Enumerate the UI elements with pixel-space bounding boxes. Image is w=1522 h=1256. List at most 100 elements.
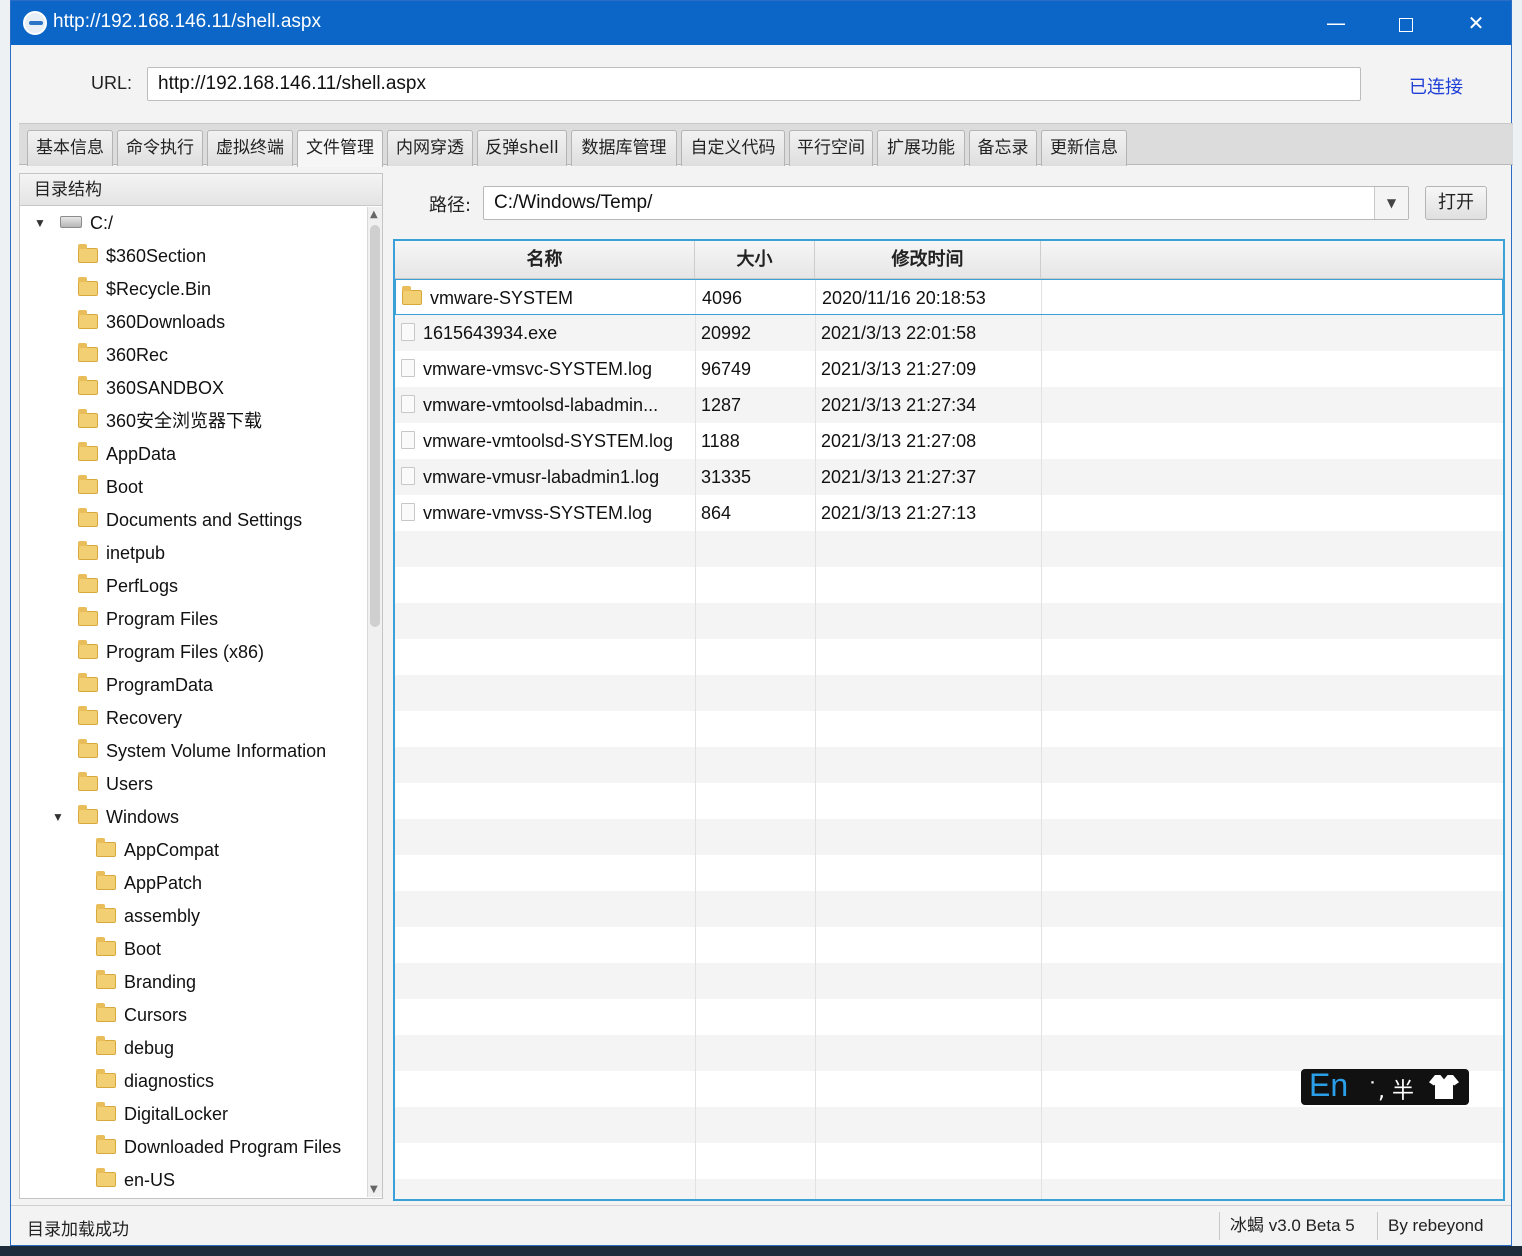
tree-item-label: 360SANDBOX — [106, 378, 225, 398]
file-table-body: vmware-SYSTEM 4096 2020/11/16 20:18:53 1615… — [395, 279, 1503, 1199]
path-input[interactable]: C:/Windows/Temp/ — [494, 192, 652, 214]
ime-indicator[interactable]: En ˙, 半 — [1301, 1067, 1469, 1105]
table-row[interactable]: vmware-vmusr-labadmin1.log 31335 2021/3/13… — [395, 459, 1503, 495]
tab-1[interactable]: 基本信息 — [27, 130, 113, 166]
file-size: 96749 — [701, 359, 752, 379]
tree-item[interactable]: $Recycle.Bin — [78, 273, 211, 306]
tree-item[interactable]: 360SANDBOX — [78, 372, 224, 405]
table-row[interactable]: vmware-vmvss-SYSTEM.log 864 2021/3/13 21:2… — [395, 495, 1503, 531]
tree-item[interactable]: ProgramData — [78, 669, 213, 702]
tab-4[interactable]: 文件管理 — [297, 130, 383, 167]
tree-item[interactable]: Program Files — [78, 603, 218, 636]
folder-icon — [78, 342, 98, 362]
tab-bar: 基本信息 命令执行 虚拟终端 文件管理 内网穿透 反弹shell 数据库管理 自定义代码 平行空… — [19, 123, 1513, 167]
tree-item[interactable]: 360Downloads — [78, 306, 225, 339]
tree-item[interactable]: AppPatch — [96, 867, 202, 900]
tab-12[interactable]: 更新信息 — [1041, 130, 1127, 166]
tree-item[interactable]: DigitalLocker — [96, 1098, 228, 1131]
tree-item[interactable]: Recovery — [78, 702, 182, 735]
tree-item[interactable]: Documents and Settings — [78, 504, 302, 537]
tree-item[interactable]: PerfLogs — [78, 570, 178, 603]
tree-item[interactable]: 360安全浏览器下载 — [78, 405, 262, 438]
scroll-up-icon[interactable]: ▲ — [370, 209, 378, 220]
tab-5[interactable]: 内网穿透 — [387, 130, 473, 166]
tab-9[interactable]: 平行空间 — [789, 130, 873, 166]
path-combobox[interactable]: C:/Windows/Temp/ ▼ — [483, 186, 1409, 220]
tree-item-label: C:/ — [90, 213, 114, 233]
tree-item[interactable]: Branding — [96, 966, 196, 999]
tree-item[interactable]: debug — [96, 1032, 174, 1065]
table-row[interactable]: 1615643934.exe 20992 2021/3/13 22:01:58 — [395, 315, 1503, 351]
tab-6[interactable]: 反弹shell — [477, 130, 567, 166]
folder-icon — [96, 969, 116, 989]
tree-item-label: Program Files (x86) — [106, 642, 265, 662]
scroll-down-icon[interactable]: ▼ — [370, 1184, 378, 1195]
column-header[interactable]: 大小 — [695, 241, 815, 279]
file-size: 1287 — [701, 395, 742, 415]
file-name: vmware-vmvss-SYSTEM.log — [423, 503, 653, 523]
tree-item[interactable]: Boot — [96, 933, 161, 966]
tree-item[interactable]: assembly — [96, 900, 200, 933]
table-row[interactable]: vmware-vmtoolsd-SYSTEM.log 1188 2021/3/13 … — [395, 423, 1503, 459]
tree-item-label: Program Files — [106, 609, 219, 629]
expand-arrow-icon[interactable]: ▼ — [34, 207, 46, 240]
tab-11[interactable]: 备忘录 — [969, 130, 1037, 166]
path-label: 路径: — [429, 195, 472, 216]
tree-item-label: AppPatch — [124, 873, 203, 893]
folder-icon — [96, 1002, 116, 1022]
column-header[interactable]: 名称 — [395, 241, 695, 279]
status-author: By rebeyond — [1377, 1212, 1483, 1240]
tree-item[interactable]: diagnostics — [96, 1065, 214, 1098]
tree-item[interactable]: ▼ Windows — [52, 801, 179, 834]
tree-item[interactable]: Program Files (x86) — [78, 636, 264, 669]
url-bar: URL: http://192.168.146.11/shell.aspx 已连… — [11, 45, 1511, 121]
column-header[interactable]: 修改时间 — [815, 241, 1041, 279]
tree-item-label: debug — [124, 1038, 175, 1058]
tree-item[interactable]: Downloaded Program Files — [96, 1131, 341, 1164]
scroll-thumb[interactable] — [370, 225, 380, 627]
row-stripe — [395, 711, 1503, 747]
app-icon — [23, 11, 47, 35]
tree-scrollbar[interactable]: ▲ ▼ — [367, 207, 382, 1197]
drive-icon — [60, 216, 82, 229]
table-row[interactable]: vmware-vmtoolsd-labadmin... 1287 2021/3/13… — [395, 387, 1503, 423]
tree-item-label: Documents and Settings — [106, 510, 303, 530]
tree-item[interactable]: Users — [78, 768, 153, 801]
tree-item[interactable]: Boot — [78, 471, 143, 504]
tree-item[interactable]: inetpub — [78, 537, 165, 570]
tree-item-label: diagnostics — [124, 1071, 215, 1091]
tab-8[interactable]: 自定义代码 — [681, 130, 785, 166]
tree-item[interactable]: en-US — [96, 1164, 175, 1197]
folder-icon — [78, 573, 98, 593]
tree-item[interactable]: ▼ C:/ — [34, 207, 114, 240]
table-row[interactable]: vmware-vmsvc-SYSTEM.log 96749 2021/3/13 21… — [395, 351, 1503, 387]
title-bar[interactable]: http://192.168.146.11/shell.aspx — ✕ — [11, 1, 1511, 45]
url-input[interactable]: http://192.168.146.11/shell.aspx — [147, 67, 1361, 101]
row-stripe — [395, 783, 1503, 819]
open-button[interactable]: 打开 — [1425, 186, 1487, 220]
tab-2[interactable]: 命令执行 — [117, 130, 203, 166]
tab-3[interactable]: 虚拟终端 — [207, 130, 293, 166]
folder-icon — [78, 705, 98, 725]
tree-item-label: AppData — [106, 444, 177, 464]
tree-item[interactable]: Cursors — [96, 999, 187, 1032]
tree-item-label: DigitalLocker — [124, 1104, 229, 1124]
tree-item[interactable]: System Volume Information — [78, 735, 326, 768]
tree-item[interactable]: 360Rec — [78, 339, 168, 372]
tree-item[interactable]: AppData — [78, 438, 176, 471]
row-stripe — [395, 1143, 1503, 1179]
table-row[interactable]: vmware-SYSTEM 4096 2020/11/16 20:18:53 — [395, 279, 1503, 315]
minimize-button[interactable]: — — [1301, 1, 1371, 45]
tab-7[interactable]: 数据库管理 — [571, 130, 677, 166]
expand-arrow-icon[interactable]: ▼ — [52, 801, 64, 834]
tab-10[interactable]: 扩展功能 — [877, 130, 965, 166]
directory-tree[interactable]: ▼ C:/ $360Section $Recycle.Bin 360Downloads 3… — [20, 207, 366, 1197]
file-mtime: 2021/3/13 22:01:58 — [821, 323, 977, 343]
folder-icon — [96, 837, 116, 857]
row-stripe — [395, 747, 1503, 783]
maximize-button[interactable] — [1371, 1, 1441, 45]
chevron-down-icon[interactable]: ▼ — [1374, 187, 1408, 219]
close-button[interactable]: ✕ — [1441, 1, 1511, 45]
tree-item[interactable]: AppCompat — [96, 834, 219, 867]
tree-item[interactable]: $360Section — [78, 240, 206, 273]
